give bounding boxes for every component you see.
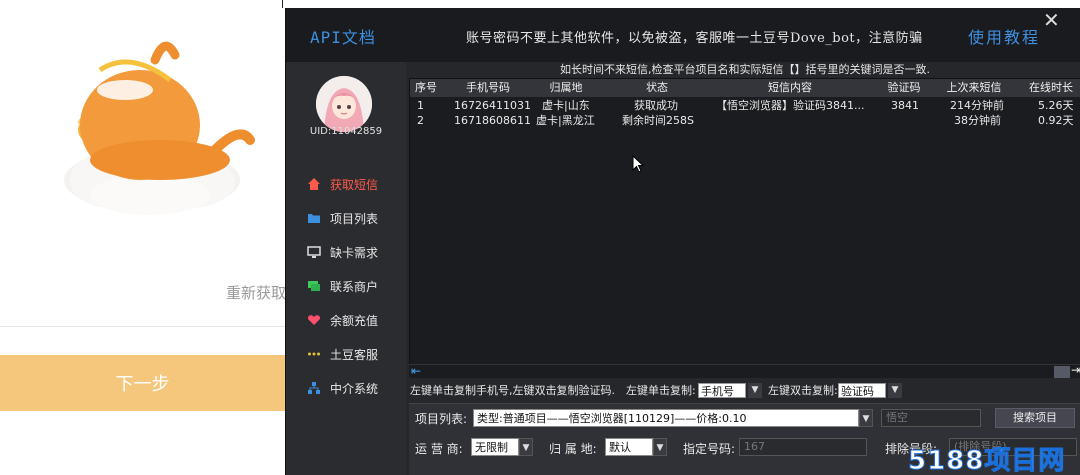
network-icon: [306, 380, 322, 396]
operator-select[interactable]: 无限制: [471, 438, 519, 456]
col-header[interactable]: 上次来短信: [934, 80, 1014, 96]
cell: 虚卡|山东: [542, 99, 590, 112]
project-list-label: 项目列表:: [415, 412, 468, 426]
chevron-down-icon[interactable]: ▼: [748, 383, 762, 398]
mouse-cursor-icon: [632, 155, 644, 173]
nav-project-list[interactable]: 项目列表: [306, 208, 378, 228]
sms-table: 序号 手机号码 归属地 状态 短信内容 验证码 上次来短信 在线时长 1 167…: [409, 78, 1080, 368]
cell: 虚卡|黑龙江: [536, 114, 595, 127]
specify-number-input[interactable]: 167: [739, 438, 867, 456]
nav-recharge[interactable]: 余额充值: [306, 310, 378, 330]
refetch-text[interactable]: 重新获取: [226, 282, 286, 303]
notice-text: 账号密码不要上其他软件，以免被盗，客服唯一土豆号Dove_bot，注意防骗: [466, 31, 923, 46]
nav-card-demand[interactable]: 缺卡需求: [306, 242, 378, 262]
mascot-illustration: [64, 41, 255, 215]
cell: 【悟空浏览器】验证码3841...: [716, 99, 865, 112]
region-select[interactable]: 默认: [605, 438, 653, 456]
cell[interactable]: 16718608611: [454, 113, 531, 129]
cell: 剩余时间258S: [622, 114, 694, 127]
window-header: API文档 账号密码不要上其他软件，以免被盗，客服唯一土豆号Dove_bot，注…: [286, 8, 1080, 62]
cell: 0.92天: [1038, 114, 1074, 127]
chevron-down-icon[interactable]: ▼: [888, 383, 902, 398]
chat-icon: [306, 278, 322, 294]
cell: 214分钟前: [950, 99, 1004, 112]
horizontal-scrollbar[interactable]: ⇤ ⇥: [409, 363, 1080, 378]
scroll-left-icon[interactable]: ⇤: [411, 364, 421, 378]
nav-label: 项目列表: [330, 211, 379, 226]
double-click-label: 左键双击复制:: [768, 384, 838, 397]
chevron-down-icon[interactable]: ▼: [653, 438, 667, 456]
background-app: 重新获取 下一步: [0, 0, 286, 475]
chevron-down-icon[interactable]: ▼: [519, 438, 533, 456]
nav-label: 余额充值: [330, 313, 379, 328]
cell[interactable]: 3841: [891, 98, 919, 114]
nav-label: 中介系统: [330, 381, 379, 396]
cell: 38分钟前: [954, 114, 1001, 127]
nav-label: 土豆客服: [330, 347, 379, 362]
specify-number-label: 指定号码:: [683, 442, 736, 456]
nav-label: 联系商户: [330, 279, 379, 294]
operator-label: 运 营 商:: [415, 442, 463, 456]
col-header[interactable]: 归属地: [530, 80, 602, 96]
nav-label: 获取短信: [330, 177, 379, 192]
monitor-icon: [306, 244, 322, 260]
tutorial-link[interactable]: 使用教程: [968, 24, 1040, 48]
dots-icon: [306, 346, 322, 362]
copy-hint: 左键单击复制手机号,左键双击复制验证码.: [410, 384, 615, 397]
cell: 5.26天: [1038, 99, 1074, 112]
nav-label: 缺卡需求: [330, 245, 379, 260]
project-search-input[interactable]: 悟空: [881, 409, 981, 427]
sms-tool-window: API文档 账号密码不要上其他软件，以免被盗，客服唯一土豆号Dove_bot，注…: [285, 8, 1080, 475]
nav-customer-service[interactable]: 土豆客服: [306, 344, 378, 364]
close-icon[interactable]: ✕: [1043, 10, 1060, 30]
double-click-select[interactable]: 验证码: [838, 383, 886, 398]
region-label: 归 属 地:: [549, 442, 597, 456]
search-project-button[interactable]: 搜索项目: [995, 408, 1075, 428]
cell: 2: [417, 114, 424, 127]
watermark-logo: 5188项目网: [907, 446, 1066, 475]
col-header[interactable]: 在线时长: [1020, 80, 1080, 96]
folder-icon: [306, 210, 322, 226]
col-header[interactable]: 短信内容: [706, 80, 874, 96]
scroll-right-icon[interactable]: ⇥: [1071, 363, 1080, 377]
nav-agent-system[interactable]: 中介系统: [306, 378, 378, 398]
top-strip: [283, 0, 1080, 8]
table-header: 序号 手机号码 归属地 状态 短信内容 验证码 上次来短信 在线时长: [410, 79, 1080, 97]
user-id: UID:11042859: [309, 126, 383, 137]
cell: 获取成功: [634, 99, 678, 112]
chevron-down-icon[interactable]: ▼: [859, 409, 873, 427]
cell[interactable]: 16726411031: [454, 98, 531, 114]
scroll-thumb[interactable]: [1054, 366, 1070, 378]
divider: [0, 326, 285, 327]
col-header[interactable]: 状态: [610, 80, 704, 96]
project-select[interactable]: 类型:普通项目——悟空浏览器[110129]——价格:0.10: [473, 409, 859, 427]
nav-contact-merchant[interactable]: 联系商户: [306, 276, 378, 296]
next-button[interactable]: 下一步: [0, 355, 285, 411]
single-click-label: 左键单击复制:: [626, 384, 696, 397]
home-icon: [306, 176, 322, 192]
nav-get-sms[interactable]: 获取短信: [306, 174, 378, 194]
window-edge: [282, 0, 283, 8]
col-header[interactable]: 手机号码: [448, 80, 528, 96]
sidebar: UID:11042859 获取短信 项目列表 缺卡需求 联系商户 余额充值 土豆…: [286, 62, 406, 475]
col-header[interactable]: 验证码: [876, 80, 932, 96]
heart-icon: [306, 312, 322, 328]
col-header[interactable]: 序号: [410, 80, 442, 96]
single-click-select[interactable]: 手机号: [698, 383, 746, 398]
tip-text: 如长时间不来短信,检查平台项目名和实际短信【】括号里的关键词是否一致.: [560, 63, 930, 76]
cell: 1: [417, 99, 424, 112]
api-doc-link[interactable]: API文档: [310, 24, 376, 48]
